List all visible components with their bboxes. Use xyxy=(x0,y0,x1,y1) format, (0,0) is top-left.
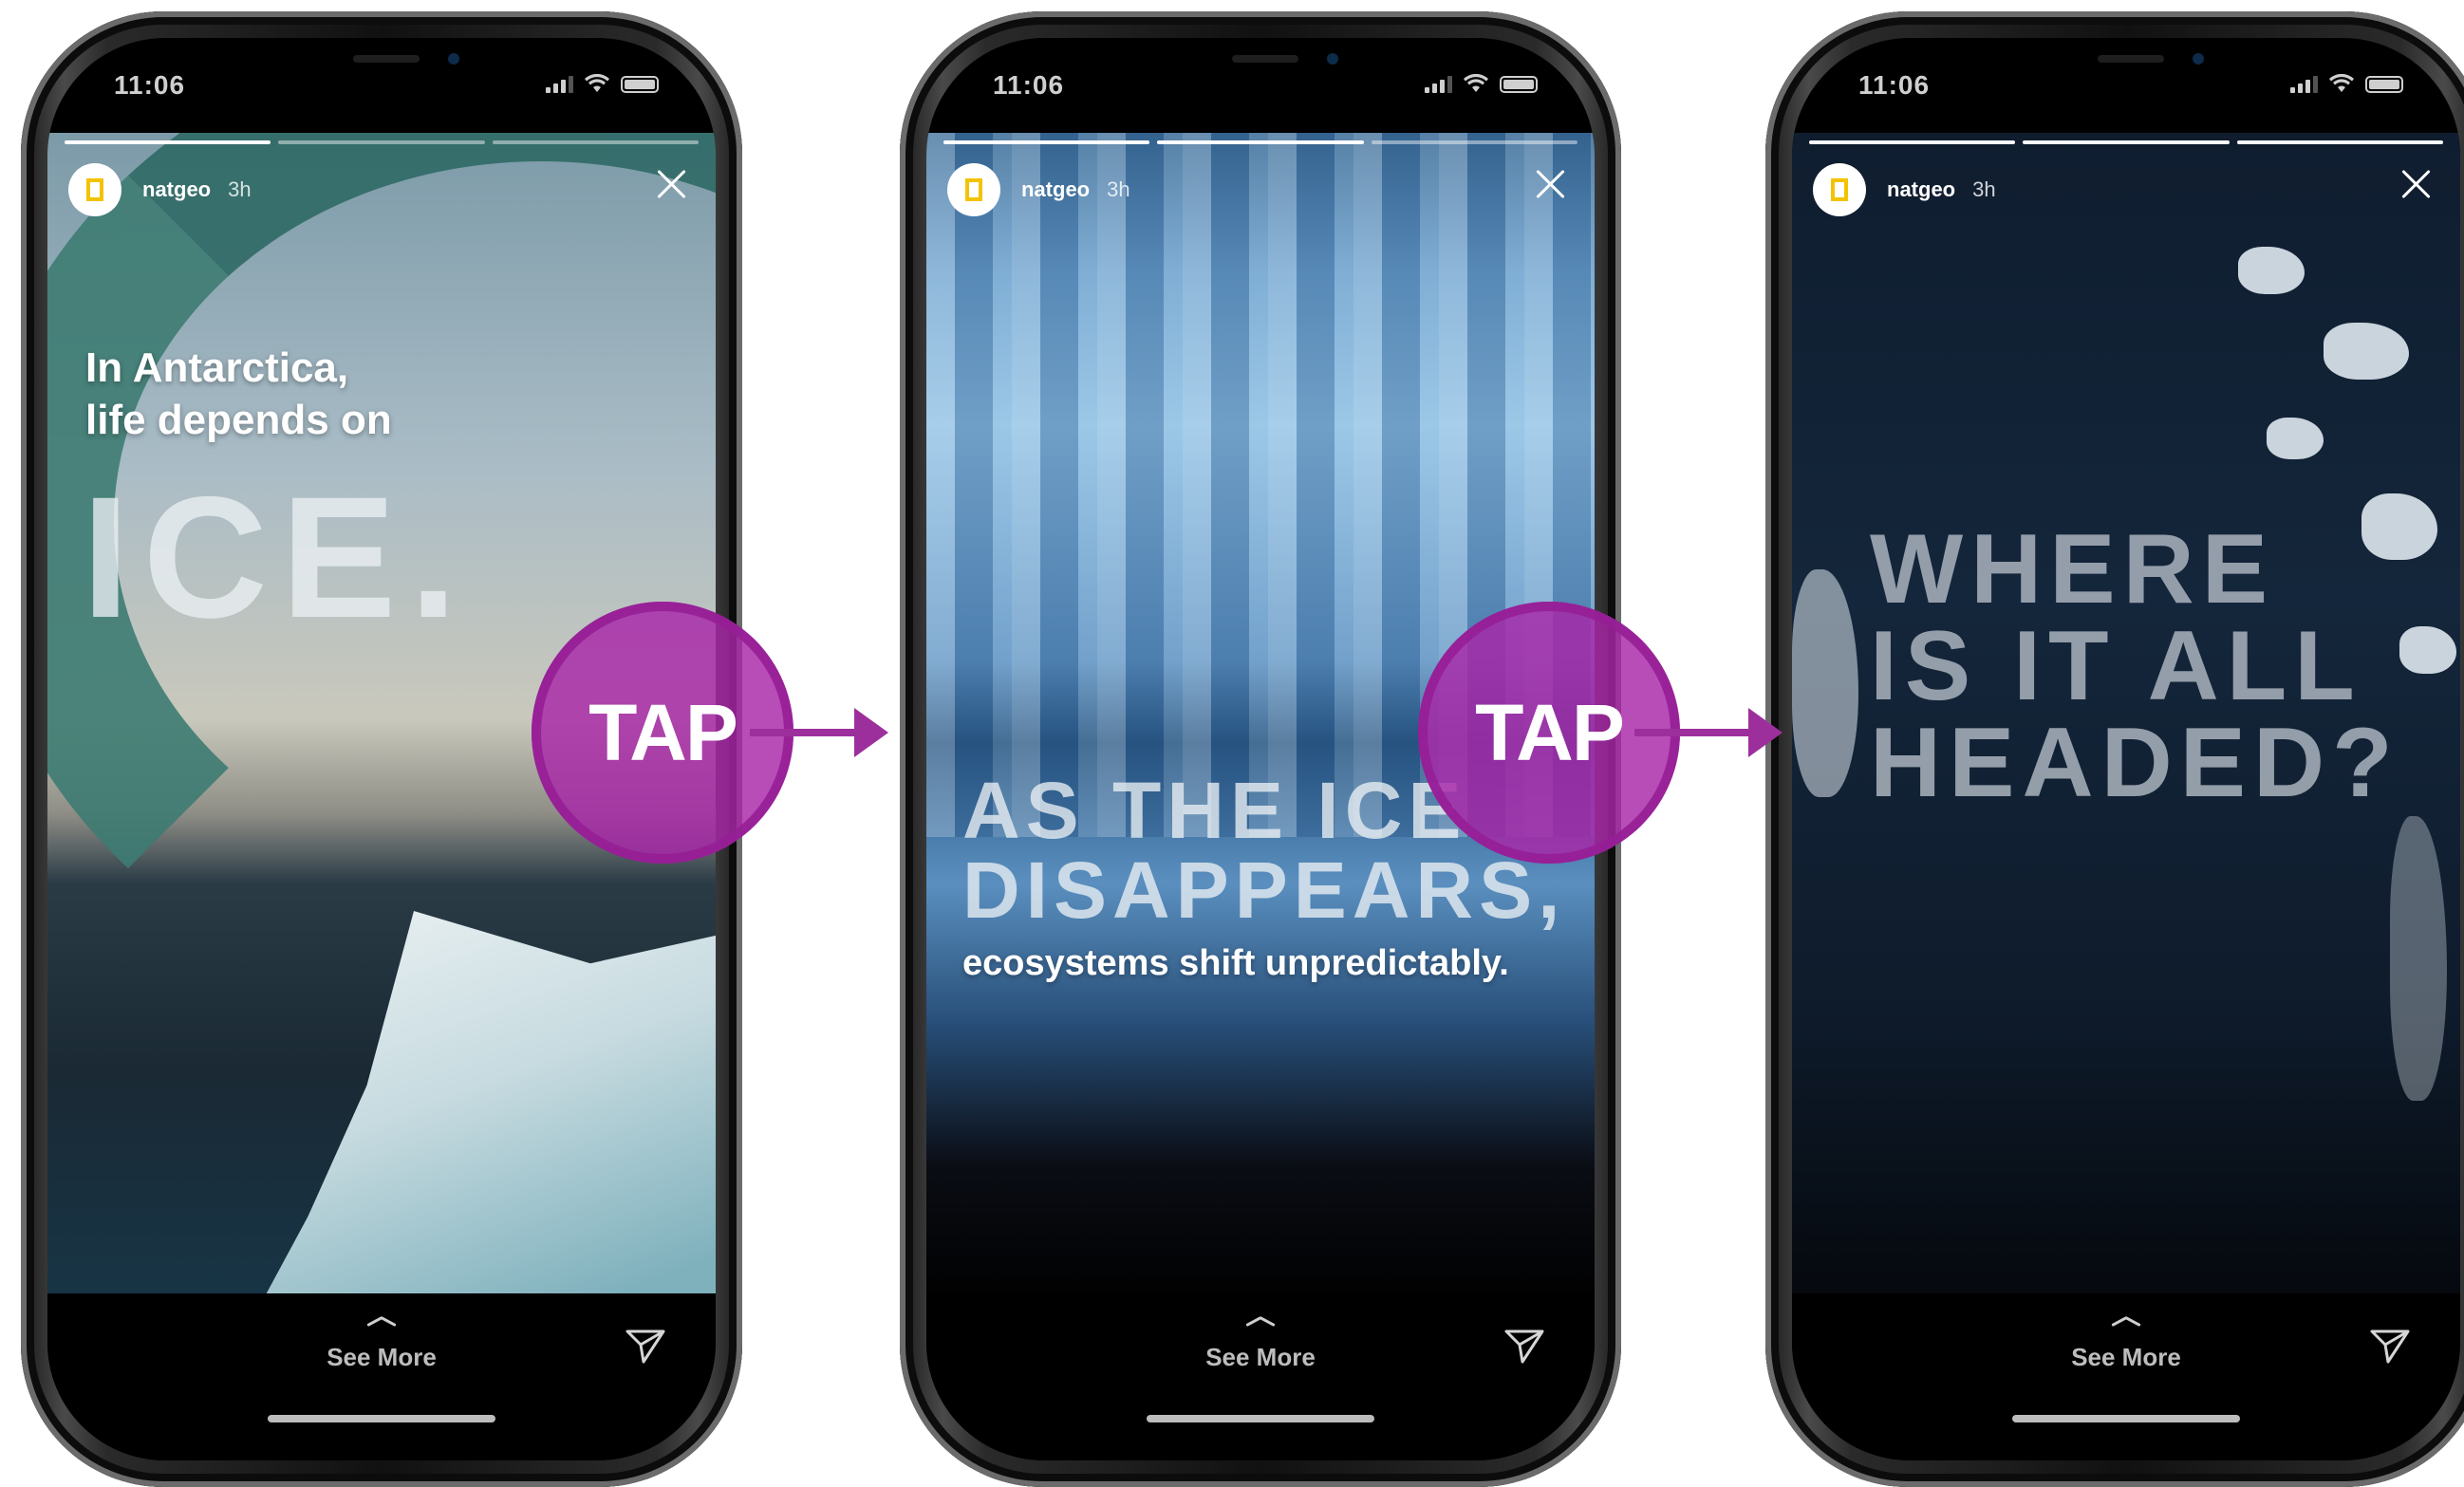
progress-segment xyxy=(943,140,1150,144)
speaker xyxy=(353,55,420,63)
progress-segment xyxy=(278,140,485,144)
clock: 11:06 xyxy=(993,70,1065,100)
notch xyxy=(1955,38,2297,106)
caption-headline: WHERE IS IT ALL HEADED? xyxy=(1870,514,2400,818)
close-icon[interactable] xyxy=(2398,165,2436,203)
natgeo-avatar[interactable] xyxy=(947,163,1000,216)
phone-frame-3: natgeo 3h WHERE IS IT ALL HEADED? 11:06 S… xyxy=(1765,11,2464,1487)
system-icons xyxy=(1425,74,1538,93)
story-progress-bar xyxy=(943,140,1577,144)
caption-line: DISAPPEARS, xyxy=(962,846,1566,935)
ice-floe-image xyxy=(2390,816,2447,1101)
wifi-icon xyxy=(2329,74,2354,92)
post-age: 3h xyxy=(228,177,252,201)
caption-headline: ICE. xyxy=(82,460,471,654)
signal-icon xyxy=(546,76,573,93)
status-bar: 11:06 xyxy=(1792,38,2460,133)
signal-icon xyxy=(2290,76,2318,93)
see-more-link[interactable]: See More xyxy=(47,1343,716,1372)
chevron-up-icon[interactable] xyxy=(2112,1314,2140,1328)
close-icon[interactable] xyxy=(653,165,691,203)
caption-text: ecosystems shift unpredictably. xyxy=(962,943,1509,983)
username[interactable]: natgeo xyxy=(1887,177,1955,201)
caption-line: life depends on xyxy=(85,397,392,443)
natgeo-logo xyxy=(965,178,982,201)
front-camera xyxy=(1327,53,1338,65)
story-header: natgeo 3h xyxy=(1813,163,1996,216)
wifi-icon xyxy=(1464,74,1488,92)
caption-line: In Antarctica, xyxy=(85,344,349,391)
close-icon[interactable] xyxy=(1532,165,1570,203)
story-header: natgeo 3h xyxy=(947,163,1130,216)
front-camera xyxy=(448,53,459,65)
progress-segment xyxy=(1809,140,2016,144)
caption-line: IS IT ALL xyxy=(1870,610,2362,721)
send-icon[interactable] xyxy=(2369,1328,2411,1366)
caption-line: HEADED? xyxy=(1870,707,2400,818)
story-progress-bar xyxy=(65,140,699,144)
signal-icon xyxy=(1425,76,1452,93)
system-icons xyxy=(2290,74,2403,93)
clock: 11:06 xyxy=(1858,70,1931,100)
home-indicator[interactable] xyxy=(268,1415,495,1422)
progress-segment xyxy=(2023,140,2230,144)
speaker xyxy=(1232,55,1298,63)
home-indicator[interactable] xyxy=(2012,1415,2240,1422)
next-arrow xyxy=(750,708,888,757)
battery-icon xyxy=(621,76,659,93)
notch xyxy=(211,38,552,106)
status-bar: 11:06 xyxy=(47,38,716,133)
clock: 11:06 xyxy=(114,70,186,100)
ice-floe-image xyxy=(2399,626,2456,674)
battery-icon xyxy=(1500,76,1538,93)
phone-screen: natgeo 3h WHERE IS IT ALL HEADED? 11:06 S… xyxy=(1792,38,2460,1460)
chevron-up-icon[interactable] xyxy=(1246,1314,1275,1328)
ice-floe-image xyxy=(2324,323,2409,380)
story-media[interactable]: natgeo 3h WHERE IS IT ALL HEADED? xyxy=(1792,133,2460,1306)
home-indicator[interactable] xyxy=(1147,1415,1374,1422)
caption-text: In Antarctica, life depends on xyxy=(85,342,392,446)
front-camera xyxy=(2193,53,2204,65)
progress-segment xyxy=(1371,140,1577,144)
chevron-up-icon[interactable] xyxy=(367,1314,396,1328)
send-icon[interactable] xyxy=(1503,1328,1545,1366)
speaker xyxy=(2098,55,2164,63)
caption-line: WHERE xyxy=(1870,514,2276,624)
status-bar: 11:06 xyxy=(926,38,1595,133)
wifi-icon xyxy=(585,74,609,92)
system-icons xyxy=(546,74,659,93)
battery-icon xyxy=(2365,76,2403,93)
story-progress-bar xyxy=(1809,140,2443,144)
ice-floe-image xyxy=(2238,247,2305,294)
progress-segment xyxy=(492,140,699,144)
progress-segment xyxy=(1157,140,1364,144)
story-footer: See More xyxy=(1792,1293,2460,1460)
username[interactable]: natgeo xyxy=(1021,177,1090,201)
natgeo-avatar[interactable] xyxy=(68,163,121,216)
next-arrow xyxy=(1634,708,1783,757)
notch xyxy=(1090,38,1431,106)
ice-floe-image xyxy=(1792,569,1858,797)
username[interactable]: natgeo xyxy=(142,177,211,201)
story-footer: See More xyxy=(47,1293,716,1460)
story-footer: See More xyxy=(926,1293,1595,1460)
post-age: 3h xyxy=(1107,177,1130,201)
natgeo-logo xyxy=(1831,178,1848,201)
natgeo-avatar[interactable] xyxy=(1813,163,1866,216)
send-icon[interactable] xyxy=(625,1328,666,1366)
progress-segment xyxy=(65,140,271,144)
ice-floe-image xyxy=(2267,418,2324,459)
natgeo-logo xyxy=(86,178,103,201)
progress-segment xyxy=(2236,140,2443,144)
see-more-link[interactable]: See More xyxy=(1792,1343,2460,1372)
see-more-link[interactable]: See More xyxy=(926,1343,1595,1372)
story-header: natgeo 3h xyxy=(68,163,252,216)
post-age: 3h xyxy=(1972,177,1996,201)
